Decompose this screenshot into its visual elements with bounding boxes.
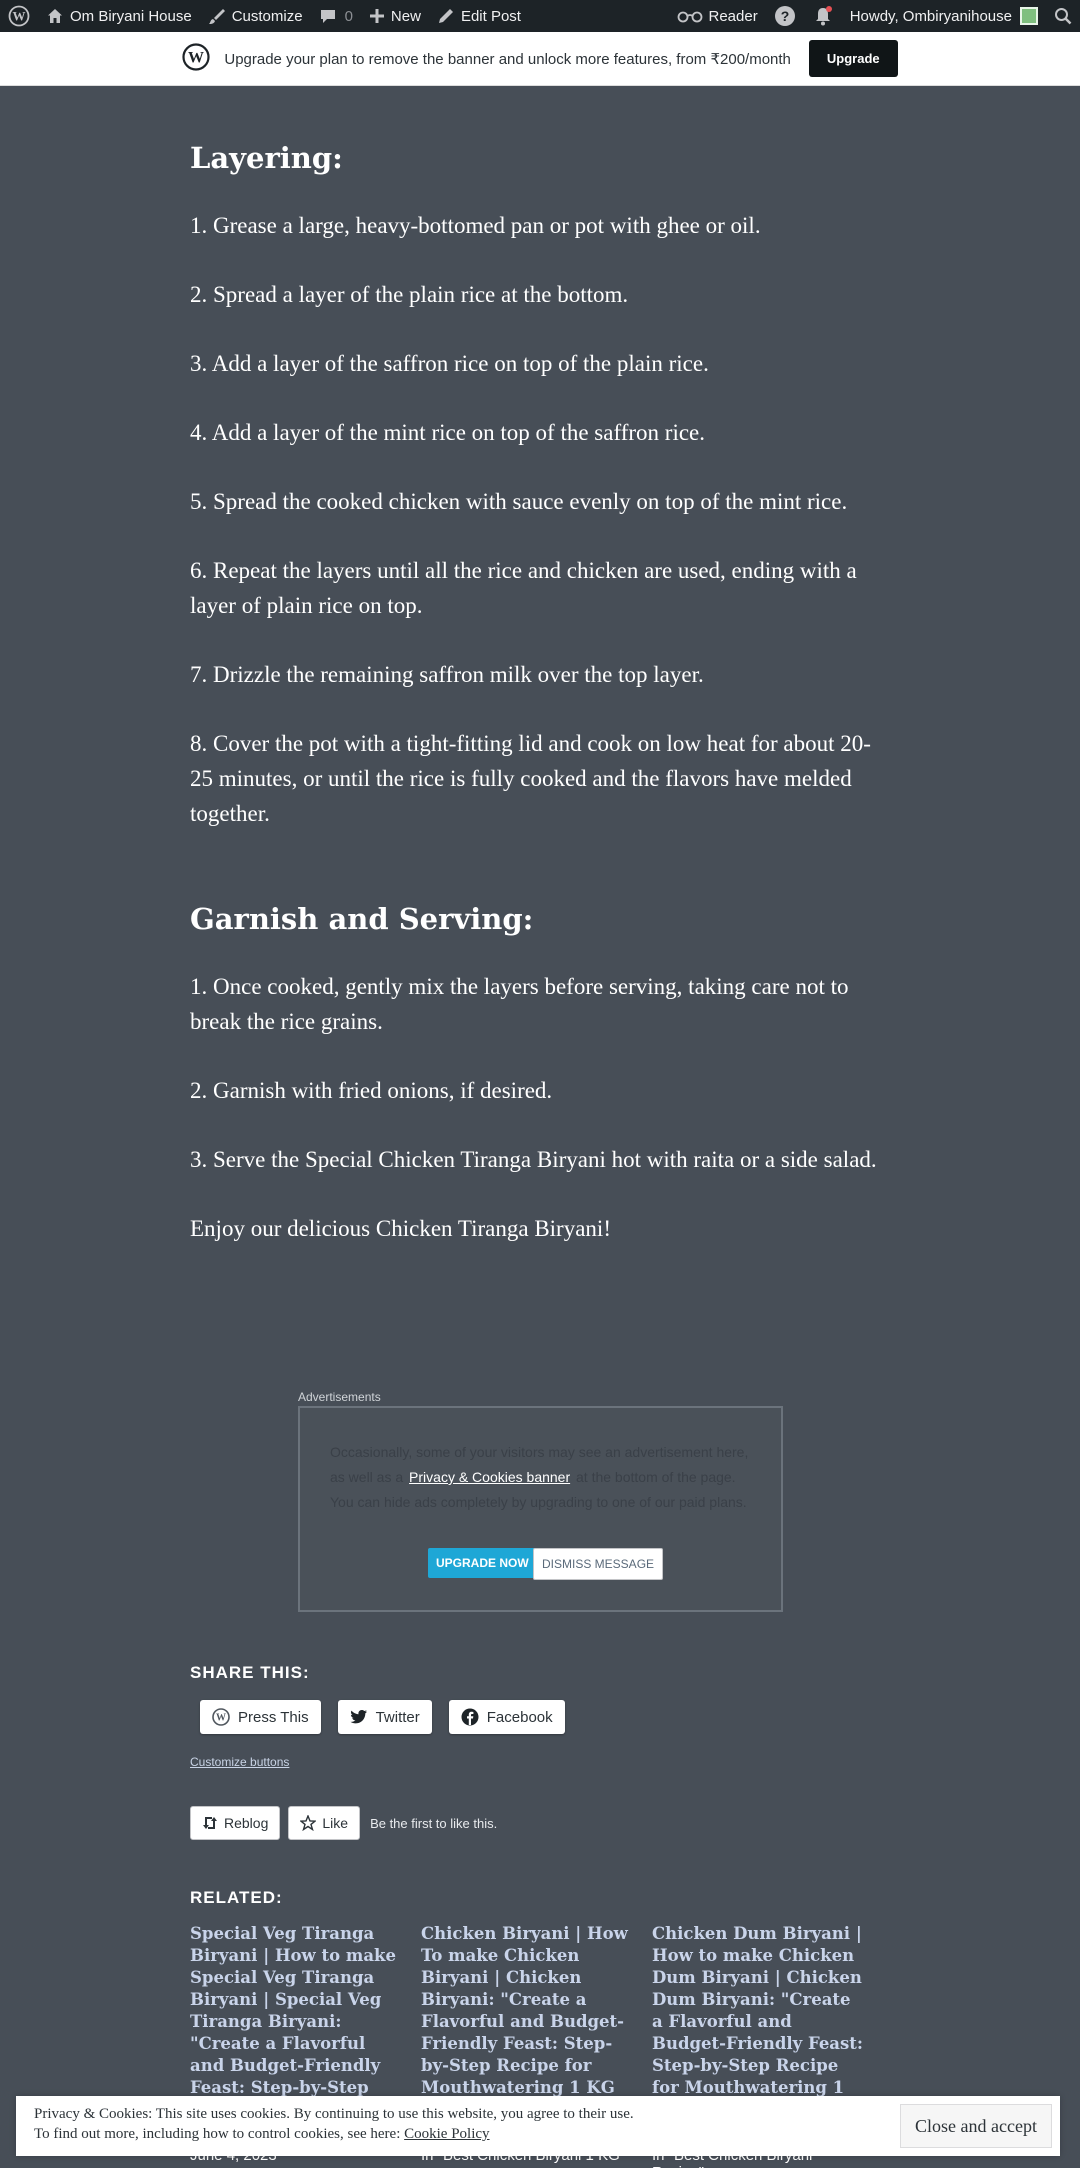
customize-buttons-link[interactable]: Customize buttons <box>190 1755 289 1769</box>
share-title: SHARE THIS: <box>190 1663 310 1682</box>
brush-icon <box>208 9 225 24</box>
comment-icon <box>320 10 335 23</box>
ad-message: Occasionally, some of your visitors may … <box>330 1440 760 1515</box>
pencil-icon <box>438 9 453 23</box>
layering-step: 3. Add a layer of the saffron rice on to… <box>190 351 709 376</box>
facebook-button[interactable]: Facebook <box>448 1700 565 1734</box>
close-and-accept-button[interactable]: Close and accept <box>900 2104 1052 2148</box>
garnish-step: 3. Serve the Special Chicken Tiranga Bir… <box>190 1147 877 1172</box>
upgrade-now-button[interactable]: UPGRADE NOW <box>428 1548 537 1578</box>
layering-step: 2. Spread a layer of the plain rice at t… <box>190 282 629 307</box>
admin-bar: W Om Biryani House Customize 0 New Edit … <box>0 0 1080 32</box>
twitter-button[interactable]: Twitter <box>337 1700 432 1734</box>
home-icon <box>48 9 62 23</box>
dismiss-message-button[interactable]: DISMISS MESSAGE <box>533 1548 664 1580</box>
edit-post-link[interactable]: Edit Post <box>429 0 529 32</box>
howdy-label: Howdy, Ombiryanihouse <box>849 7 1012 25</box>
wordpress-logo-icon[interactable]: W <box>0 0 38 32</box>
notifications-bell-icon[interactable] <box>804 0 842 32</box>
layering-step: 7. Drizzle the remaining saffron milk ov… <box>190 662 704 687</box>
layering-step: 4. Add a layer of the mint rice on top o… <box>190 420 705 445</box>
garnish-step: 2. Garnish with fried onions, if desired… <box>190 1078 553 1103</box>
press-this-button[interactable]: W Press This <box>200 1700 321 1734</box>
wordpress-logo-icon: W <box>182 42 210 75</box>
upgrade-banner: W Upgrade your plan to remove the banner… <box>0 32 1080 86</box>
reader-label: Reader <box>708 7 758 25</box>
facebook-icon <box>461 1708 479 1726</box>
cookie-banner: Privacy & Cookies: This site uses cookie… <box>16 2096 1060 2156</box>
like-label: Like <box>322 1815 349 1831</box>
cookie-line-2-text: To find out more, including how to contr… <box>34 2126 401 2142</box>
layering-heading: Layering: <box>190 141 343 175</box>
post-content: Layering: 1. Grease a large, heavy-botto… <box>190 140 890 1246</box>
ad-placeholder: Occasionally, some of your visitors may … <box>298 1406 783 1612</box>
press-this-label: Press This <box>238 1708 309 1726</box>
like-note: Be the first to like this. <box>370 1815 498 1831</box>
glasses-icon <box>677 11 702 23</box>
reblog-button[interactable]: Reblog <box>190 1806 281 1840</box>
wordpress-icon: W <box>212 1708 230 1726</box>
layering-step: 1. Grease a large, heavy-bottomed pan or… <box>190 213 761 238</box>
customize-label: Customize <box>231 7 303 25</box>
garnish-step: 1. Once cooked, gently mix the layers be… <box>190 974 849 1034</box>
svg-text:W: W <box>188 49 204 66</box>
like-button[interactable]: Like <box>288 1806 361 1840</box>
site-name-link[interactable]: Om Biryani House <box>38 0 200 32</box>
banner-text: Upgrade your plan to remove the banner a… <box>224 50 791 68</box>
cookie-line-2: To find out more, including how to contr… <box>34 2124 634 2144</box>
layering-step: 5. Spread the cooked chicken with sauce … <box>190 489 848 514</box>
cookie-text: Privacy & Cookies: This site uses cookie… <box>34 2104 634 2144</box>
layering-step: 6. Repeat the layers until all the rice … <box>190 558 857 618</box>
privacy-banner-link[interactable]: Privacy & Cookies banner <box>407 1469 573 1485</box>
cookie-policy-link[interactable]: Cookie Policy <box>404 2126 489 2142</box>
advertisements-label: Advertisements <box>298 1390 381 1404</box>
star-icon <box>300 1815 317 1831</box>
share-buttons: W Press This Twitter Facebook <box>200 1700 565 1734</box>
twitter-label: Twitter <box>375 1708 420 1726</box>
svg-text:?: ? <box>780 8 789 24</box>
plus-icon <box>369 9 384 23</box>
reader-link[interactable]: Reader <box>669 0 766 32</box>
cookie-line-1: Privacy & Cookies: This site uses cookie… <box>34 2106 634 2122</box>
customize-link[interactable]: Customize <box>200 0 311 32</box>
related-title: RELATED: <box>190 1888 283 1907</box>
site-name: Om Biryani House <box>70 7 192 25</box>
comments-count: 0 <box>344 7 353 25</box>
like-widget: Reblog Like Be the first to like this. <box>190 1806 497 1840</box>
facebook-label: Facebook <box>486 1708 553 1726</box>
edit-post-label: Edit Post <box>460 7 521 25</box>
new-label: New <box>390 7 421 25</box>
twitter-icon <box>350 1710 367 1724</box>
account-menu[interactable]: Howdy, Ombiryanihouse <box>842 0 1046 32</box>
svg-text:W: W <box>13 9 26 24</box>
svg-text:W: W <box>216 1713 226 1724</box>
avatar <box>1020 7 1038 25</box>
search-icon[interactable] <box>1046 0 1080 32</box>
garnish-heading: Garnish and Serving: <box>190 902 534 936</box>
comments-link[interactable]: 0 <box>311 0 361 32</box>
reblog-label: Reblog <box>224 1815 269 1831</box>
layering-step: 8. Cover the pot with a tight-fitting li… <box>190 731 871 826</box>
help-icon[interactable]: ? <box>766 0 804 32</box>
upgrade-button[interactable]: Upgrade <box>808 40 898 77</box>
closing-line: Enjoy our delicious Chicken Tiranga Biry… <box>190 1216 611 1241</box>
new-content-link[interactable]: New <box>361 0 429 32</box>
reblog-icon <box>203 1817 217 1829</box>
